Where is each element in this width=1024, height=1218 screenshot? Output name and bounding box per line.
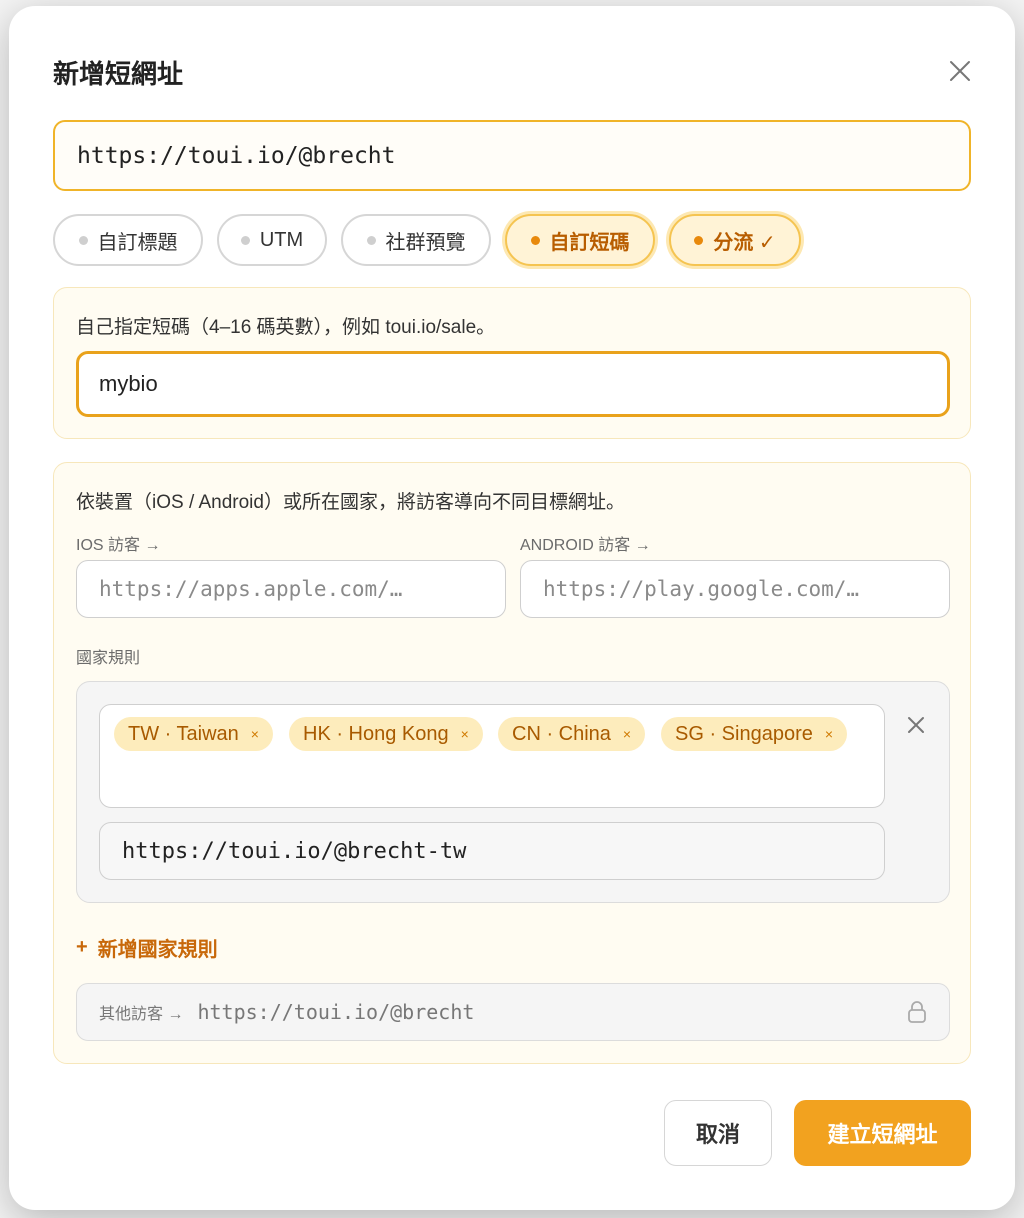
- create-short-url-button[interactable]: 建立短網址: [794, 1100, 971, 1166]
- routing-panel: 依裝置（iOS / Android）或所在國家，將訪客導向不同目標網址。 IOS…: [53, 462, 971, 1064]
- country-tags-input[interactable]: TW · Taiwan × HK · Hong Kong × CN · Chin…: [99, 704, 885, 808]
- plus-icon: +: [76, 936, 88, 958]
- close-button[interactable]: [945, 56, 975, 86]
- remove-rule-button[interactable]: [903, 712, 929, 738]
- tag-remove-icon[interactable]: ×: [825, 726, 833, 742]
- chip-dot: [78, 235, 88, 245]
- close-icon: [908, 717, 924, 733]
- add-country-rule-button[interactable]: + 新增國家規則: [76, 933, 218, 962]
- tag-label: SG · Singapore: [675, 722, 813, 745]
- chip-label: 自訂標題: [97, 231, 178, 254]
- custom-code-panel: 自己指定短碼（4–16 碼英數），例如 toui.io/sale。 mybio: [53, 287, 971, 439]
- lock-icon: [908, 1001, 926, 1023]
- chip-dot: [694, 235, 704, 245]
- tag-label: TW · Taiwan: [128, 722, 239, 745]
- ios-label: IOS 訪客 →: [76, 537, 161, 554]
- fallback-url: https://toui.io/@brecht: [197, 1000, 475, 1024]
- country-tag-cn: CN · China ×: [498, 717, 646, 751]
- chip-label: 分流 ✓: [713, 231, 776, 254]
- routing-description: 依裝置（iOS / Android）或所在國家，將訪客導向不同目標網址。: [76, 492, 625, 513]
- ios-url-input[interactable]: https://apps.apple.com/…: [76, 560, 506, 618]
- fallback-label: 其他訪客 →: [99, 1006, 184, 1023]
- chip-custom-title[interactable]: 自訂標題: [53, 214, 203, 266]
- cancel-button[interactable]: 取消: [664, 1100, 772, 1166]
- chip-utm[interactable]: UTM: [217, 214, 327, 266]
- chip-social-preview[interactable]: 社群預覽: [341, 214, 491, 266]
- tag-label: CN · China: [512, 722, 611, 745]
- country-rule-card: TW · Taiwan × HK · Hong Kong × CN · Chin…: [76, 681, 950, 903]
- rule-target-url-input[interactable]: https://toui.io/@brecht-tw: [99, 822, 885, 880]
- chip-dot: [366, 235, 376, 245]
- chip-label: 自訂短碼: [549, 231, 630, 254]
- create-short-url-dialog: 新增短網址 https://toui.io/@brecht 自訂標題 UTM 社…: [9, 6, 1015, 1210]
- chip-dot: [240, 235, 250, 245]
- chip-label: UTM: [259, 228, 304, 251]
- add-rule-label: 新增國家規則: [97, 939, 218, 961]
- custom-code-description: 自己指定短碼（4–16 碼英數），例如 toui.io/sale。: [76, 317, 496, 338]
- country-tag-sg: SG · Singapore ×: [661, 717, 848, 751]
- tag-remove-icon[interactable]: ×: [251, 726, 259, 742]
- chip-custom-code[interactable]: 自訂短碼: [505, 214, 655, 266]
- custom-code-input[interactable]: mybio: [76, 351, 950, 417]
- chip-routing[interactable]: 分流 ✓: [669, 214, 801, 266]
- close-icon: [950, 61, 970, 81]
- tag-label: HK · Hong Kong: [303, 722, 449, 745]
- android-label: ANDROID 訪客 →: [520, 537, 651, 554]
- fallback-url-field: 其他訪客 → https://toui.io/@brecht: [76, 983, 950, 1041]
- tag-remove-icon[interactable]: ×: [623, 726, 631, 742]
- android-url-input[interactable]: https://play.google.com/…: [520, 560, 950, 618]
- chip-dot: [530, 235, 540, 245]
- target-url-input[interactable]: https://toui.io/@brecht: [53, 120, 971, 191]
- dialog-title: 新增短網址: [53, 59, 184, 89]
- chip-label: 社群預覽: [385, 231, 466, 254]
- country-rules-label: 國家規則: [76, 650, 141, 667]
- country-tag-hk: HK · Hong Kong ×: [289, 717, 483, 751]
- tag-remove-icon[interactable]: ×: [461, 726, 469, 742]
- country-tag-tw: TW · Taiwan ×: [114, 717, 273, 751]
